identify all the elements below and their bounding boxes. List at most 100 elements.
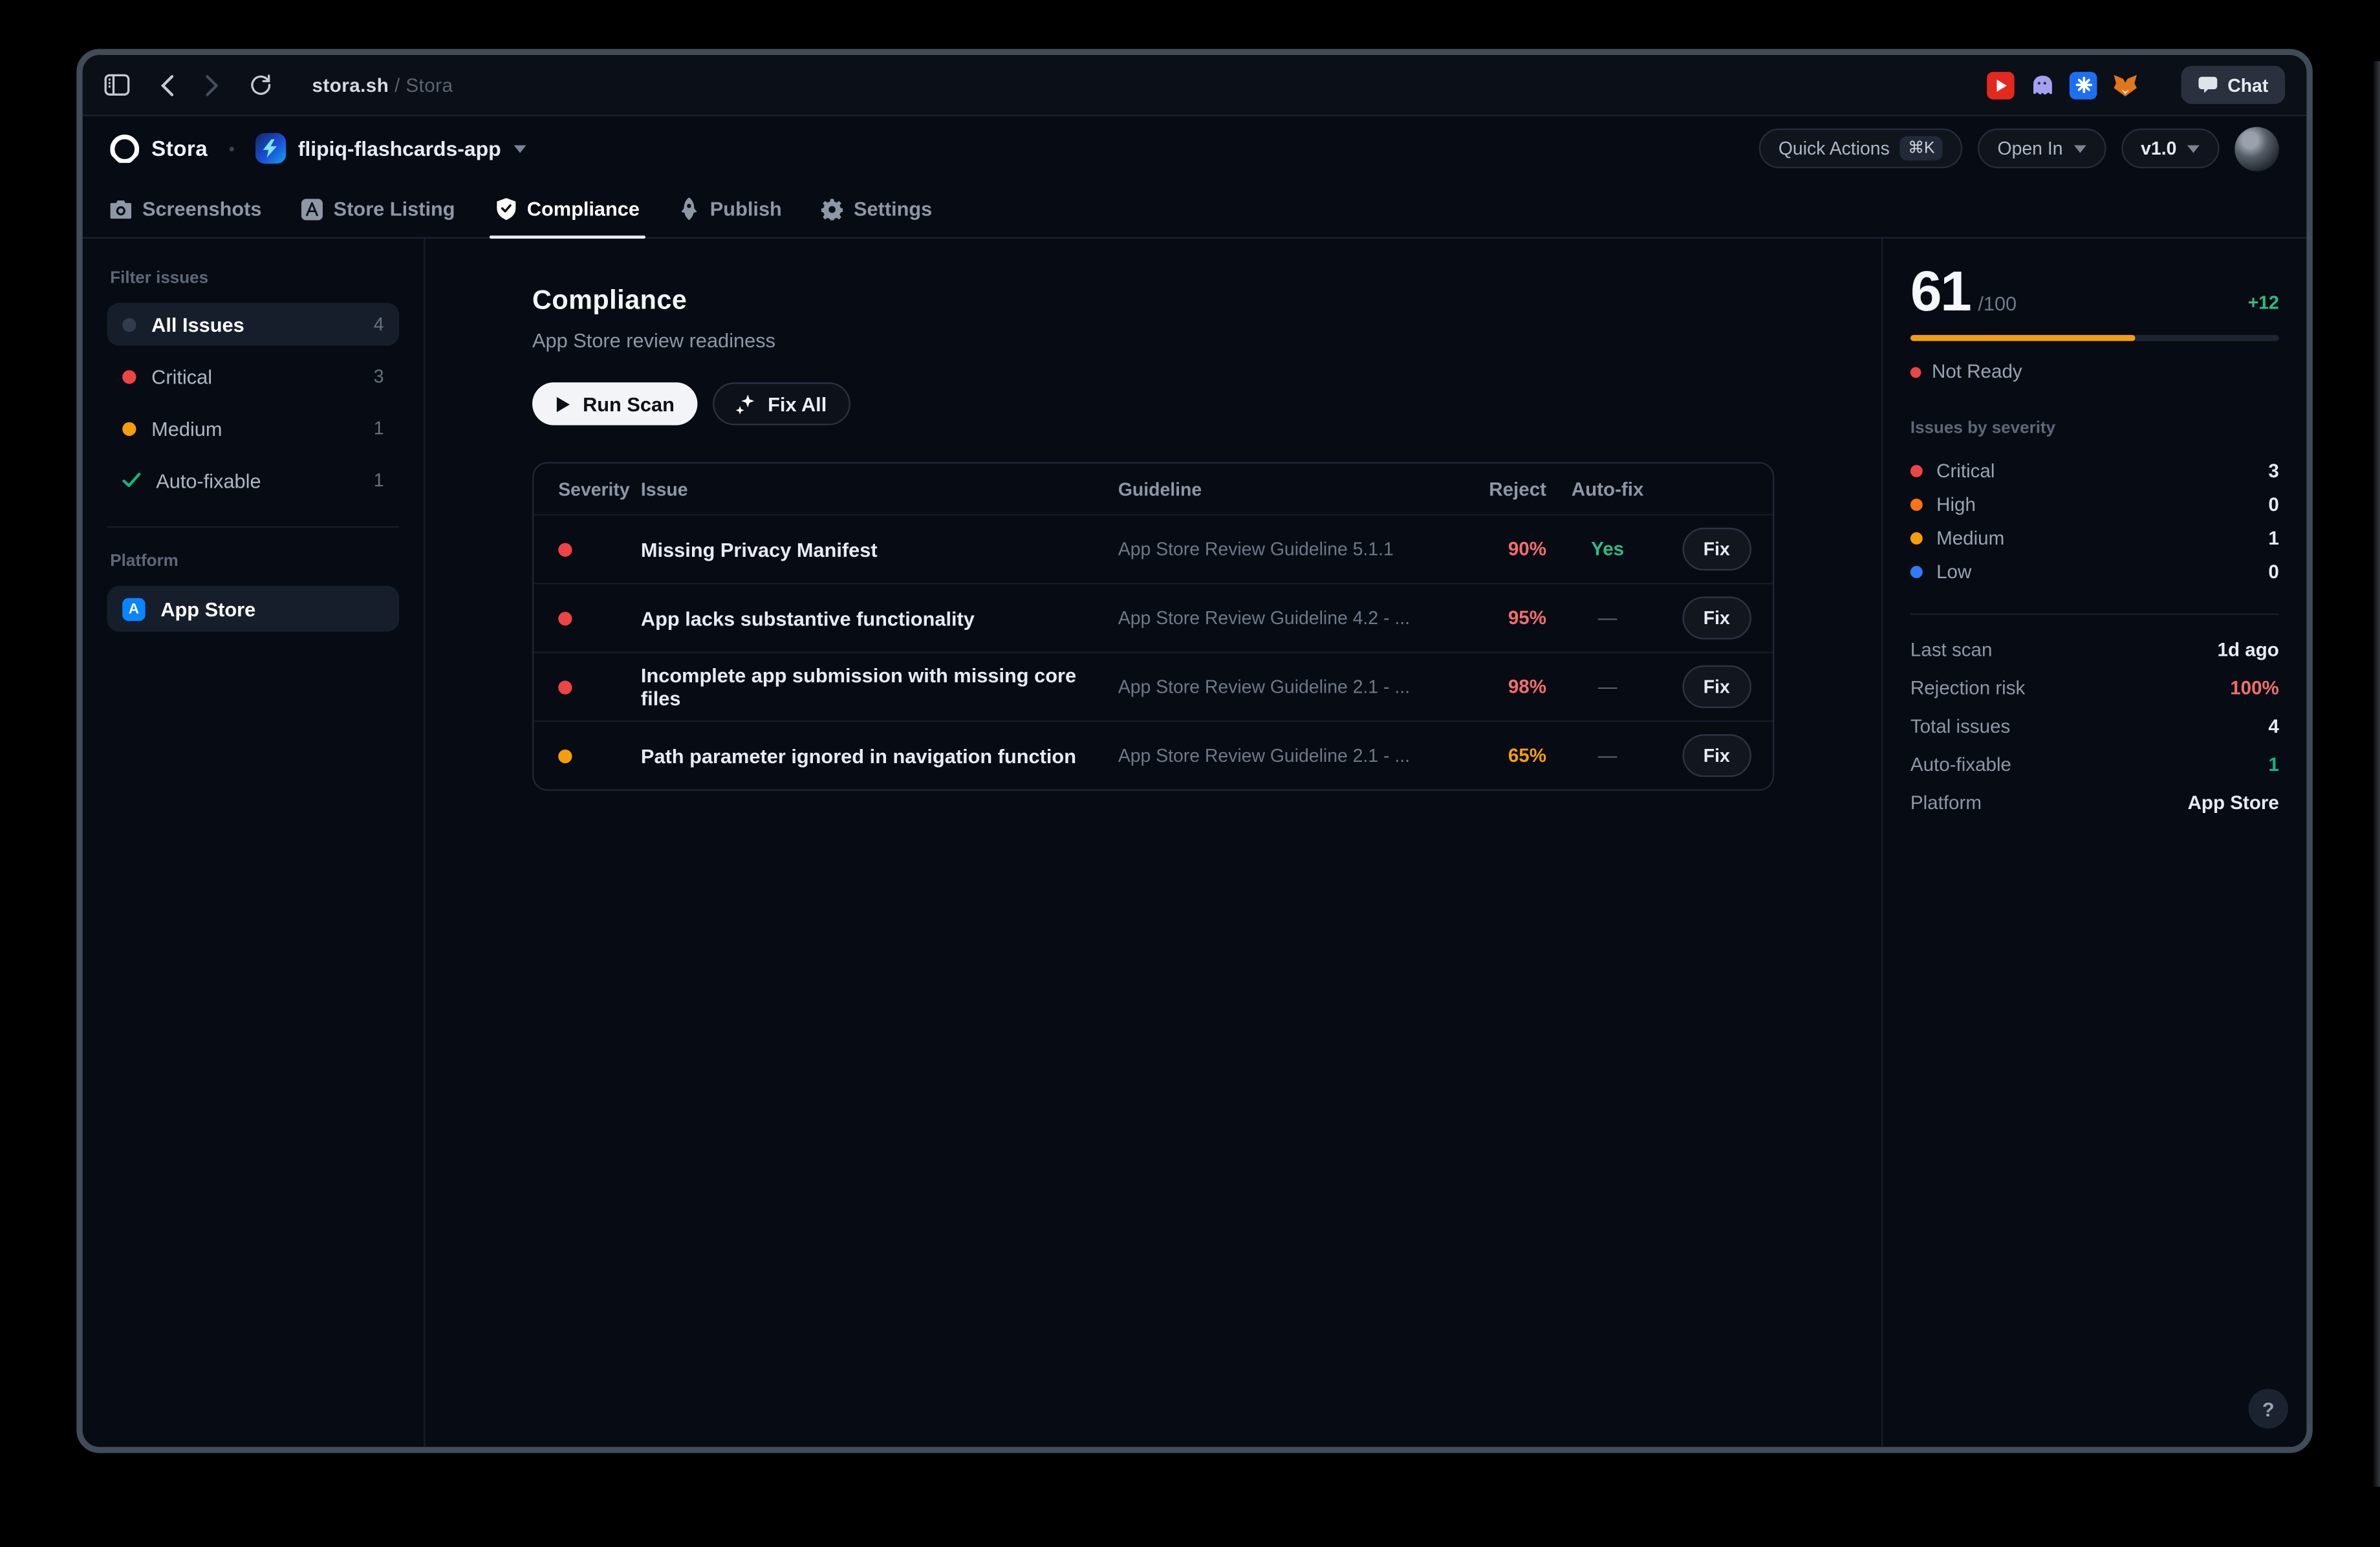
sidebar-item-count: 4 <box>374 314 384 335</box>
issue-guideline: App Store Review Guideline 4.2 - ... <box>1118 607 1449 629</box>
low-dot-icon <box>1910 566 1923 578</box>
table-header-row: Severity Issue Guideline Reject Auto-fix <box>534 464 1773 514</box>
score-value: 61 <box>1910 263 1971 320</box>
status-dot-icon <box>1910 366 1921 377</box>
avatar[interactable] <box>2234 126 2279 171</box>
severity-count: 1 <box>2268 528 2278 549</box>
app-store-icon <box>301 198 323 219</box>
sidebar-item-app-store[interactable]: A App Store <box>107 586 400 632</box>
fox-wallet-extension-icon[interactable] <box>2111 71 2139 99</box>
medium-dot-icon <box>1910 532 1923 545</box>
chevron-down-icon <box>2073 144 2086 152</box>
action-buttons: Run Scan Fix All <box>532 382 1774 425</box>
fix-button[interactable]: Fix <box>1682 665 1751 708</box>
col-header-guideline: Guideline <box>1118 478 1449 499</box>
score-row: 61 /100 +12 <box>1910 263 2279 320</box>
app-selector[interactable]: flipiq-flashcards-app <box>255 133 525 164</box>
severity-label: Low <box>1936 561 2255 583</box>
col-header-autofix: Auto-fix <box>1546 478 1669 499</box>
issue-guideline: App Store Review Guideline 2.1 - ... <box>1118 745 1449 766</box>
url-separator: / <box>389 74 406 96</box>
tab-label: Publish <box>710 197 782 220</box>
back-icon[interactable] <box>160 74 174 96</box>
fix-button[interactable]: Fix <box>1682 528 1751 570</box>
screen-background: stora.sh / Stora <box>0 0 2380 1547</box>
tab-label: Settings <box>854 197 932 220</box>
tab-label: Screenshots <box>142 197 262 220</box>
brand[interactable]: Stora <box>110 134 208 163</box>
score-panel: 61 /100 +12 Not Ready Issues by severity… <box>1881 239 2306 1447</box>
autofix-status: — <box>1546 745 1669 766</box>
sidebar-item-label: All Issues <box>151 313 358 336</box>
version-selector[interactable]: v1.0 <box>2121 129 2219 168</box>
sidebar-item-medium[interactable]: Medium 1 <box>107 407 400 449</box>
col-header-issue: Issue <box>641 478 1118 499</box>
camera-icon <box>110 200 131 218</box>
app-name: flipiq-flashcards-app <box>298 137 501 160</box>
red-play-extension-icon[interactable] <box>1987 71 2015 99</box>
sidebar-divider <box>107 526 400 528</box>
score-denominator: /100 <box>1978 292 2017 315</box>
blue-burst-extension-icon[interactable] <box>2070 71 2098 99</box>
table-row[interactable]: Path parameter ignored in navigation fun… <box>534 720 1773 789</box>
col-header-severity: Severity <box>534 478 641 499</box>
severity-critical-dot-icon <box>558 611 572 625</box>
reject-percent: 95% <box>1449 607 1546 629</box>
reload-icon[interactable] <box>249 74 272 96</box>
ghost-extension-icon[interactable] <box>2029 71 2057 99</box>
tab-store-listing[interactable]: Store Listing <box>301 180 455 237</box>
tab-screenshots[interactable]: Screenshots <box>110 180 261 237</box>
table-row[interactable]: App lacks substantive functionality App … <box>534 583 1773 651</box>
stora-logo-icon <box>110 134 139 163</box>
score-progress-bar <box>1910 335 2279 341</box>
severity-label: Medium <box>1936 528 2255 549</box>
stat-label: Platform <box>1910 792 2188 813</box>
main-panel: Compliance App Store review readiness Ru… <box>425 239 1881 1447</box>
tab-label: Store Listing <box>334 197 455 220</box>
url-bar[interactable]: stora.sh / Stora <box>312 74 453 96</box>
sparkle-icon <box>735 394 755 414</box>
tab-compliance[interactable]: Compliance <box>495 180 640 237</box>
all-issues-dot-icon <box>122 318 136 331</box>
extension-icons <box>1987 71 2139 99</box>
table-row[interactable]: Incomplete app submission with missing c… <box>534 651 1773 720</box>
tab-settings[interactable]: Settings <box>821 180 932 237</box>
sidebar-item-count: 3 <box>374 365 384 387</box>
severity-label: Critical <box>1936 460 2255 482</box>
stat-total-issues: Total issues 4 <box>1910 707 2279 745</box>
sidebar-item-label: Critical <box>151 365 358 387</box>
reject-percent: 98% <box>1449 676 1546 697</box>
run-scan-button[interactable]: Run Scan <box>532 382 697 425</box>
sidebar-item-label: App Store <box>160 598 384 620</box>
issues-table: Severity Issue Guideline Reject Auto-fix… <box>532 462 1774 790</box>
quick-actions-button[interactable]: Quick Actions ⌘K <box>1758 129 1962 168</box>
table-row[interactable]: Missing Privacy Manifest App Store Revie… <box>534 514 1773 583</box>
help-button[interactable]: ? <box>2249 1389 2288 1428</box>
sidebar-toggle-icon[interactable] <box>104 74 130 96</box>
stat-label: Last scan <box>1910 638 2218 660</box>
stat-rejection-risk: Rejection risk 100% <box>1910 669 2279 707</box>
chat-bubble-icon <box>2198 75 2218 95</box>
fix-button[interactable]: Fix <box>1682 734 1751 777</box>
sidebar-item-critical[interactable]: Critical 3 <box>107 355 400 398</box>
chevron-down-icon <box>2187 144 2200 152</box>
open-in-button[interactable]: Open In <box>1978 129 2106 168</box>
forward-icon[interactable] <box>205 74 219 96</box>
reject-percent: 65% <box>1449 745 1546 766</box>
medium-dot-icon <box>122 422 136 435</box>
table-body: Missing Privacy Manifest App Store Revie… <box>534 514 1773 790</box>
stat-label: Rejection risk <box>1910 677 2230 698</box>
issue-guideline: App Store Review Guideline 2.1 - ... <box>1118 676 1449 697</box>
sidebar-item-all-issues[interactable]: All Issues 4 <box>107 303 400 345</box>
severity-medium-dot-icon <box>558 749 572 763</box>
fix-all-button[interactable]: Fix All <box>713 382 850 425</box>
tab-publish[interactable]: Publish <box>680 180 782 237</box>
severity-critical-dot-icon <box>558 542 572 556</box>
brand-name: Stora <box>151 136 208 160</box>
filter-sidebar: Filter issues All Issues 4 Critical 3 Me… <box>83 239 426 1447</box>
fix-button[interactable]: Fix <box>1682 596 1751 639</box>
stat-value: 4 <box>2268 715 2278 737</box>
chat-button[interactable]: Chat <box>2181 66 2285 104</box>
sidebar-item-auto-fixable[interactable]: Auto-fixable 1 <box>107 459 400 502</box>
header-actions: Quick Actions ⌘K Open In v1.0 <box>1758 126 2279 171</box>
